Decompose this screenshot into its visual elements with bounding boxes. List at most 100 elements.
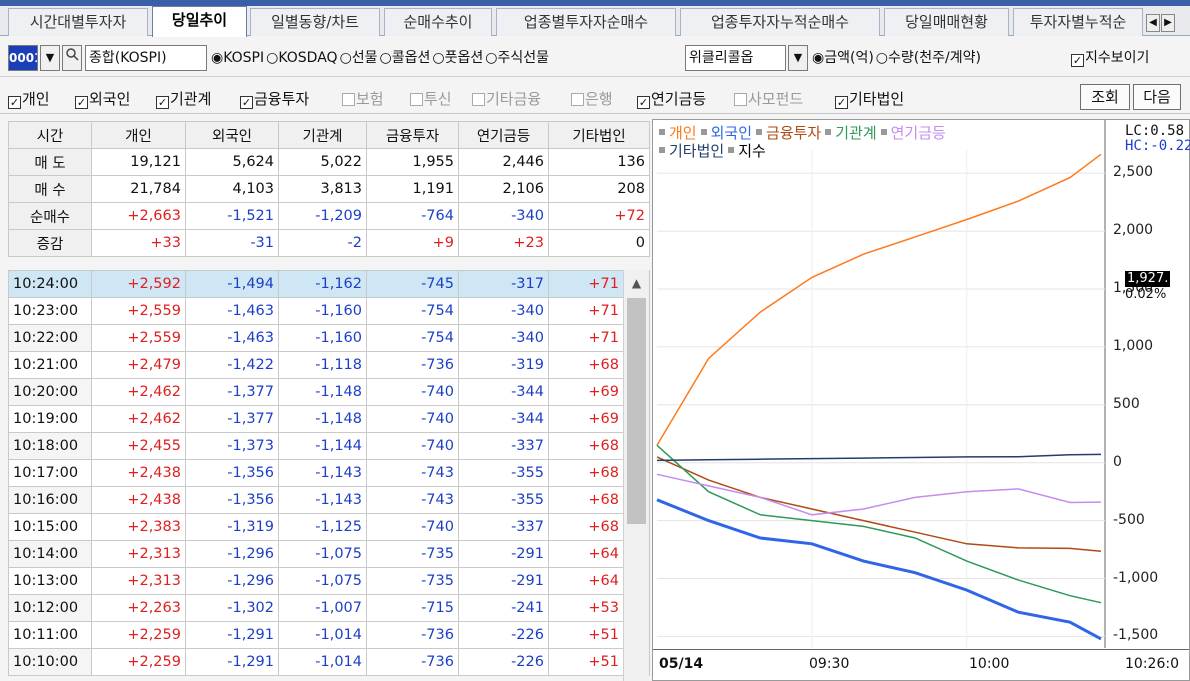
y-tick-label: -1,000: [1113, 569, 1159, 586]
value-cell: -226: [458, 648, 549, 676]
summary-cell: 1,955: [366, 148, 459, 176]
investor-filter-bar: ✓ 개인 ✓ 외국인 ✓ 기관계 ✓ 금융투자 보험 투신 기타금융 은행 ✓ 연기금등 …: [0, 78, 1190, 114]
code-dropdown-icon[interactable]: ▼: [40, 45, 60, 71]
query-button[interactable]: 조회: [1080, 84, 1130, 110]
table-row[interactable]: 10:12:00 +2,263 -1,302 -1,007 -715 -241 +53: [8, 594, 650, 622]
value-cell: +2,259: [91, 648, 186, 676]
filter-pension[interactable]: ✓ 연기금등: [637, 88, 706, 109]
value-cell: -1,075: [278, 567, 367, 595]
chart-legend: 개인 외국인 금융투자 기관계 연기금등 기타법인 지수: [659, 124, 1079, 160]
value-cell: +2,313: [91, 540, 186, 568]
table-row[interactable]: 10:15:00 +2,383 -1,319 -1,125 -740 -337 +68: [8, 513, 650, 541]
summary-row: 매 수 21,784 4,103 3,813 1,191 2,106 208: [8, 175, 650, 203]
weekly-option-select[interactable]: 위클리콜옵: [685, 45, 786, 71]
filter-financial-investment[interactable]: ✓ 금융투자: [240, 88, 309, 109]
value-cell: -735: [366, 567, 459, 595]
value-cell: -1,144: [278, 432, 367, 460]
filter-individual[interactable]: ✓ 개인: [8, 88, 50, 109]
radio-amount[interactable]: ◉금액(억): [812, 50, 875, 66]
filter-private-fund[interactable]: 사모펀드: [734, 88, 803, 109]
value-cell: -754: [366, 324, 459, 352]
index-name-field: 종합(KOSPI): [85, 45, 207, 71]
table-row[interactable]: 10:14:00 +2,313 -1,296 -1,075 -735 -291 +64: [8, 540, 650, 568]
checkbox-icon: [734, 93, 747, 106]
value-cell: -1,075: [278, 540, 367, 568]
table-row[interactable]: 10:10:00 +2,259 -1,291 -1,014 -736 -226 +51: [8, 648, 650, 676]
next-button[interactable]: 다음: [1133, 84, 1181, 110]
legend-item: 지수: [728, 142, 766, 160]
filter-bank[interactable]: 은행: [571, 88, 613, 109]
tab-daily-trend[interactable]: 당일추이: [152, 6, 247, 37]
market-radio-group[interactable]: ◉KOSPI ○KOSDAQ ○선물 ○콜옵션 ○풋옵션 ○주식선물: [211, 45, 551, 71]
radio-kospi[interactable]: ◉KOSPI: [211, 50, 265, 66]
summary-row: 매 도 19,121 5,624 5,022 1,955 2,446 136: [8, 148, 650, 176]
tab-next-icon[interactable]: ▶: [1161, 14, 1175, 32]
summary-cell: 136: [548, 148, 650, 176]
unit-radio-group[interactable]: ◉금액(억) ○수량(천주/계약): [812, 45, 983, 71]
value-cell: +2,438: [91, 486, 186, 514]
tab-sector-cumulative[interactable]: 업종투자자누적순매수: [680, 8, 880, 36]
filter-insurance[interactable]: 보험: [342, 88, 384, 109]
table-row[interactable]: 10:21:00 +2,479 -1,422 -1,118 -736 -319 +68: [8, 351, 650, 379]
radio-kosdaq[interactable]: ○KOSDAQ: [266, 50, 338, 66]
value-cell: -1,291: [185, 648, 279, 676]
weekly-dropdown-icon[interactable]: ▼: [788, 45, 808, 71]
summary-row: 순매수 +2,663 -1,521 -1,209 -764 -340 +72: [8, 202, 650, 230]
value-cell: +2,462: [91, 378, 186, 406]
table-row[interactable]: 10:17:00 +2,438 -1,356 -1,143 -743 -355 +68: [8, 459, 650, 487]
table-row[interactable]: 10:23:00 +2,559 -1,463 -1,160 -754 -340 +71: [8, 297, 650, 325]
table-row[interactable]: 10:13:00 +2,313 -1,296 -1,075 -735 -291 +64: [8, 567, 650, 595]
current-price-tag: 1,927.: [1125, 271, 1171, 287]
scroll-thumb[interactable]: [627, 298, 646, 524]
tab-prev-icon[interactable]: ◀: [1146, 14, 1160, 32]
tab-today-trading[interactable]: 당일매매현황: [884, 8, 1009, 36]
series-line: [656, 153, 1102, 446]
legend-label: 연기금등: [890, 124, 946, 142]
checkbox-icon: ✓: [835, 96, 848, 109]
table-row[interactable]: 10:22:00 +2,559 -1,463 -1,160 -754 -340 +71: [8, 324, 650, 352]
index-code-field[interactable]: 0001: [8, 45, 38, 71]
tab-time-investor[interactable]: 시간대별투자자: [8, 8, 148, 36]
table-scrollbar[interactable]: ▲: [623, 270, 649, 681]
table-row[interactable]: 10:11:00 +2,259 -1,291 -1,014 -736 -226 +51: [8, 621, 650, 649]
show-index-checkbox[interactable]: ✓ 지수보이기: [1071, 45, 1150, 71]
x-tick-label: 09:30: [809, 656, 850, 672]
tab-daily-chart[interactable]: 일별동향/차트: [250, 8, 380, 36]
table-row[interactable]: 10:24:00 +2,592 -1,494 -1,162 -745 -317 +71: [8, 270, 650, 298]
summary-cell: +72: [548, 202, 650, 230]
time-cell: 10:18:00: [8, 432, 92, 460]
value-cell: -1,296: [185, 567, 279, 595]
table-row[interactable]: 10:19:00 +2,462 -1,377 -1,148 -740 -344 +69: [8, 405, 650, 433]
radio-put[interactable]: ○풋옵션: [432, 50, 484, 66]
filter-trust[interactable]: 투신: [410, 88, 452, 109]
table-row[interactable]: 10:20:00 +2,462 -1,377 -1,148 -740 -344 +69: [8, 378, 650, 406]
radio-call[interactable]: ○콜옵션: [380, 50, 432, 66]
table-row[interactable]: 10:16:00 +2,438 -1,356 -1,143 -743 -355 +68: [8, 486, 650, 514]
legend-item: 개인: [659, 124, 697, 142]
table-row[interactable]: 10:18:00 +2,455 -1,373 -1,144 -740 -337 +68: [8, 432, 650, 460]
tab-net-buy-trend[interactable]: 순매수추이: [384, 8, 492, 36]
value-cell: -1,014: [278, 621, 367, 649]
value-cell: +2,559: [91, 324, 186, 352]
value-cell: -1,148: [278, 405, 367, 433]
filter-other-finance[interactable]: 기타금융: [472, 88, 541, 109]
search-icon[interactable]: [62, 45, 82, 71]
radio-futures[interactable]: ○선물: [340, 50, 379, 66]
tab-sector-net-buy[interactable]: 업종별투자자순매수: [496, 8, 676, 36]
filter-foreign[interactable]: ✓ 외국인: [75, 88, 130, 109]
value-cell: -1,148: [278, 378, 367, 406]
investor-trend-chart: 개인 외국인 금융투자 기관계 연기금등 기타법인 지수 LC:0.58 HC:-0.22 2…: [652, 119, 1190, 681]
filter-other-corp[interactable]: ✓ 기타법인: [835, 88, 904, 109]
scroll-up-icon[interactable]: ▲: [624, 270, 649, 296]
radio-stock-futures[interactable]: ○주식선물: [485, 50, 550, 66]
radio-quantity[interactable]: ○수량(천주/계약): [876, 50, 982, 66]
time-cell: 10:16:00: [8, 486, 92, 514]
time-cell: 10:21:00: [8, 351, 92, 379]
value-cell: -337: [458, 513, 549, 541]
filter-institution[interactable]: ✓ 기관계: [156, 88, 211, 109]
column-header: 기타법인: [548, 121, 650, 149]
value-cell: -1,494: [185, 270, 279, 298]
value-cell: -736: [366, 648, 459, 676]
tab-investor-cumulative[interactable]: 투자자별누적순: [1013, 8, 1143, 36]
value-cell: -337: [458, 432, 549, 460]
